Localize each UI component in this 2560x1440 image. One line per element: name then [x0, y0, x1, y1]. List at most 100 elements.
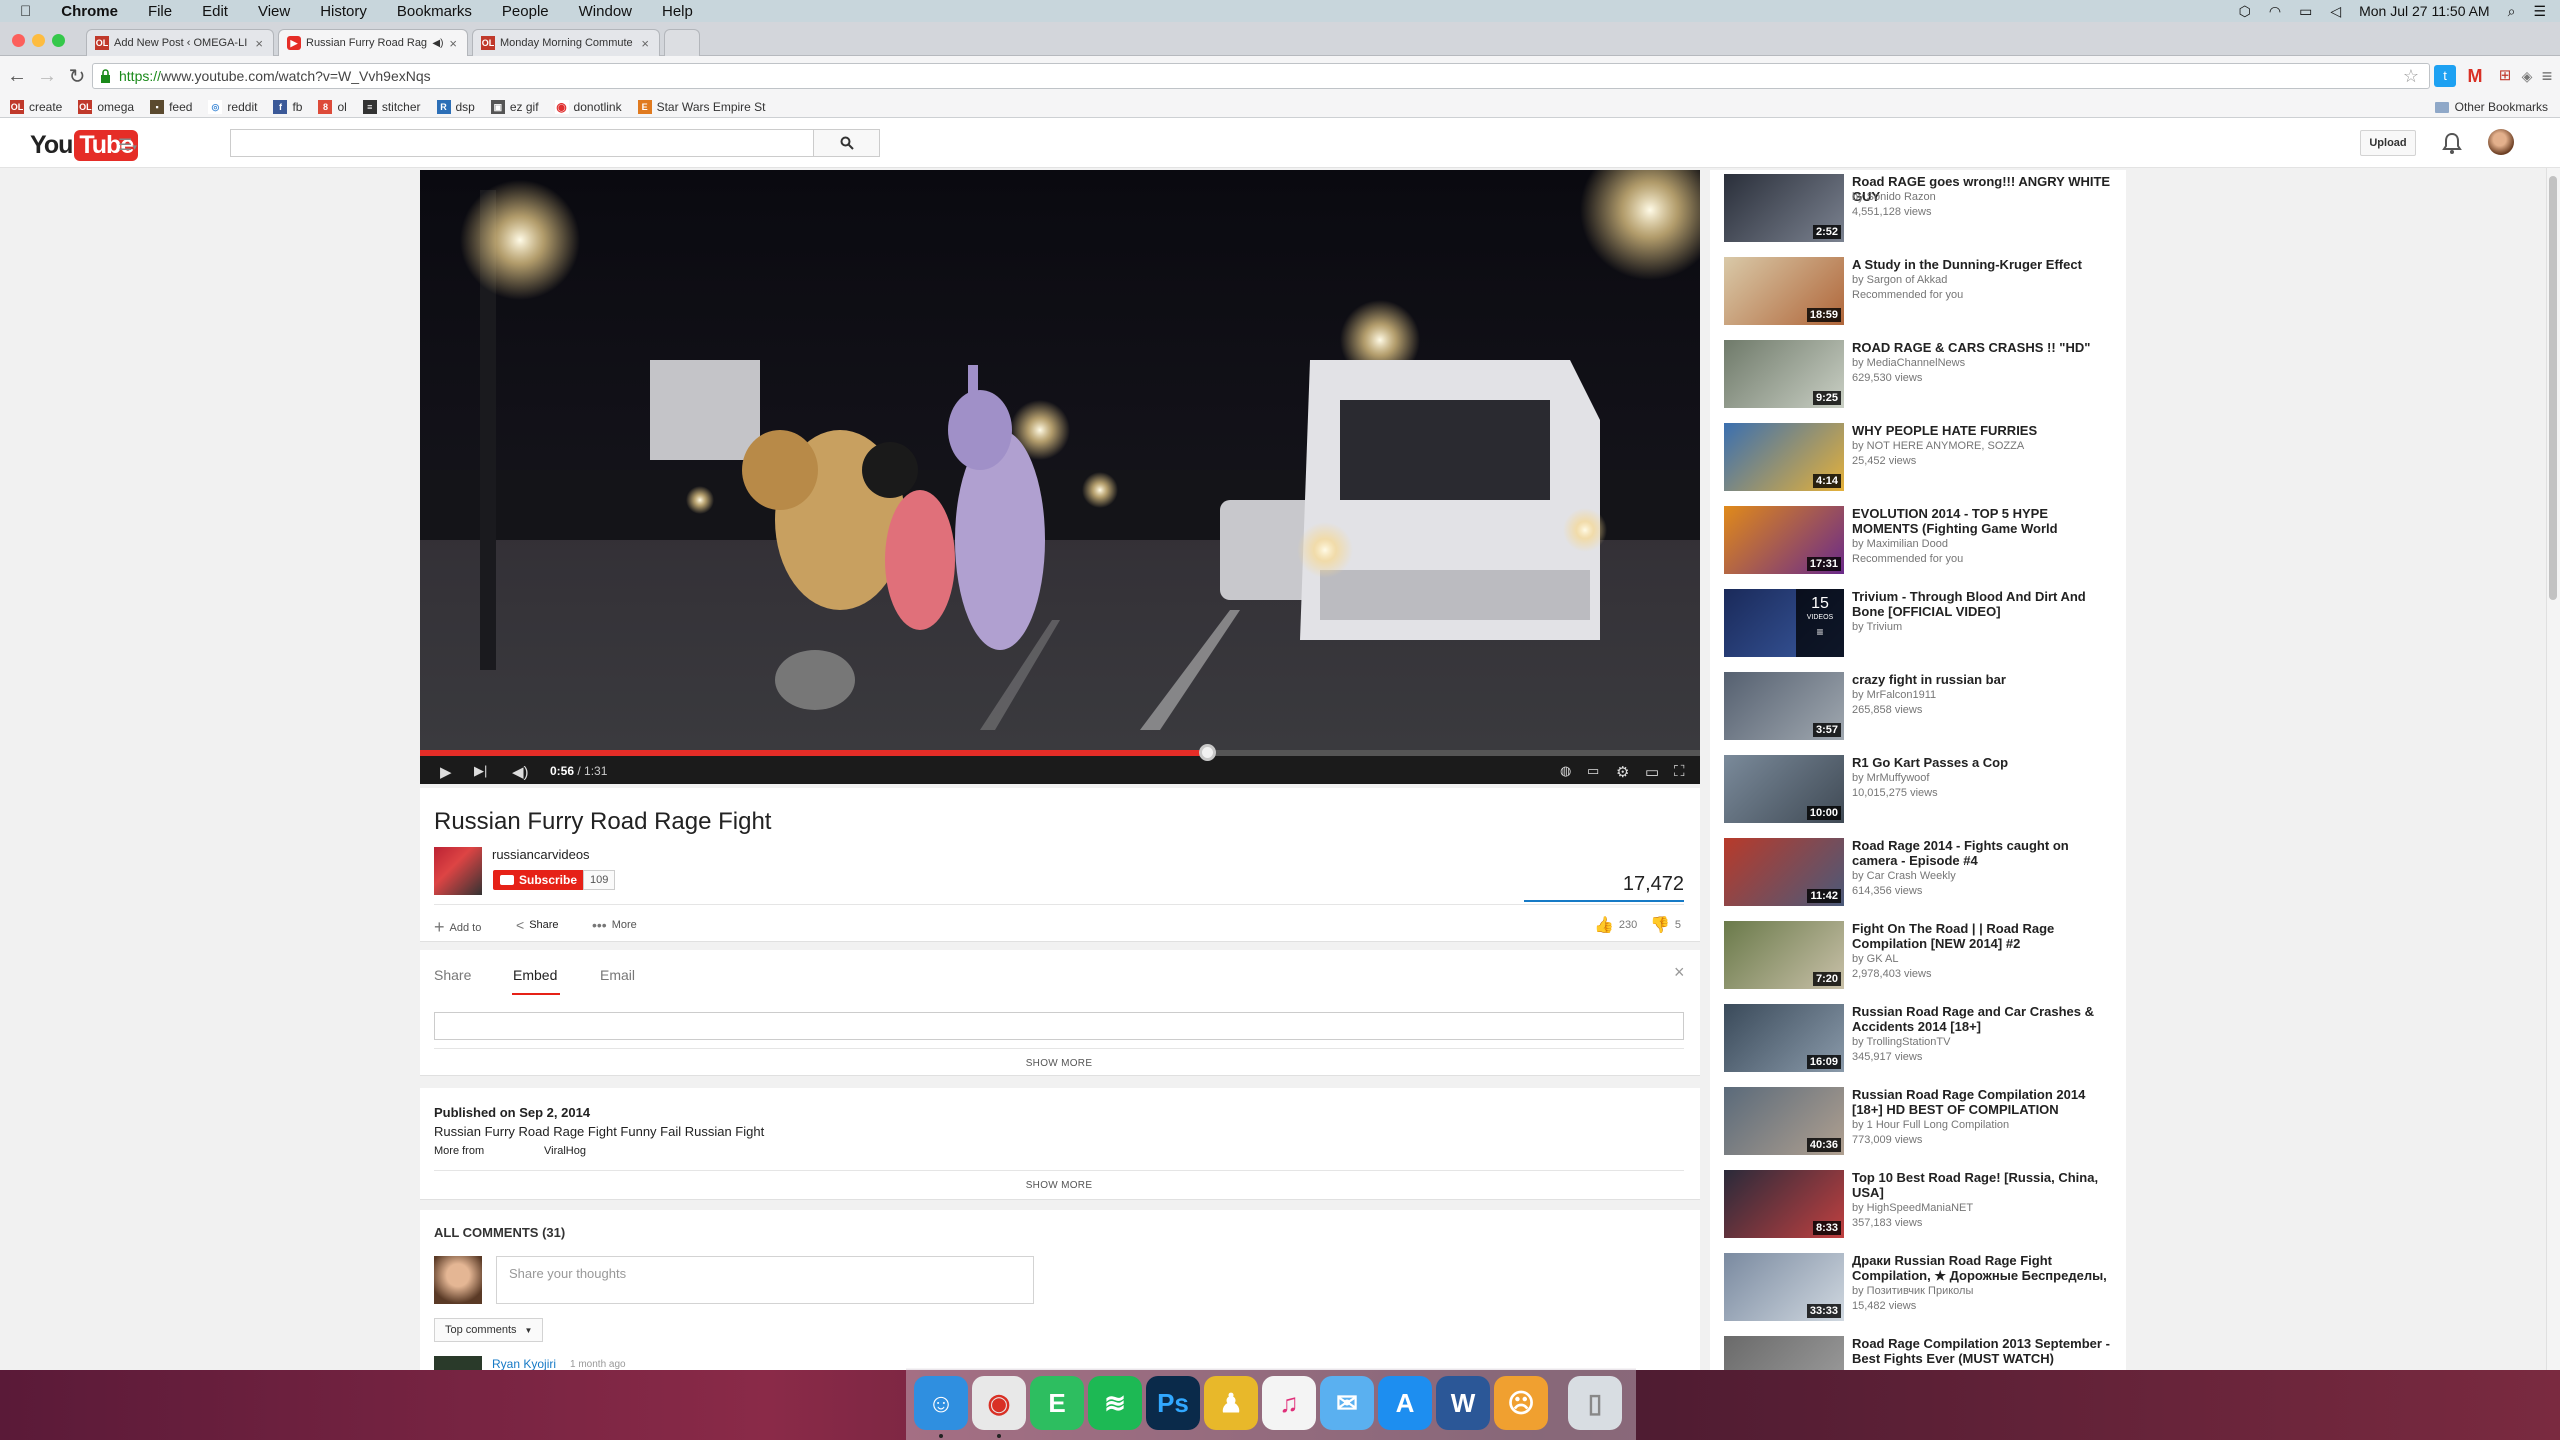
- related-video-thumbnail[interactable]: 9:25: [1724, 340, 1844, 408]
- word-icon[interactable]: W: [1436, 1376, 1490, 1430]
- menu-view[interactable]: View: [258, 3, 290, 20]
- bookmark-star-wars[interactable]: E Star Wars Empire St: [637, 99, 766, 114]
- related-video-thumbnail[interactable]: 8:33: [1724, 1170, 1844, 1238]
- zoom-window-button[interactable]: [52, 34, 65, 47]
- related-video-title[interactable]: Road Rage 2014 - Fights caught on camera…: [1852, 838, 2116, 868]
- evernote-icon[interactable]: E: [1030, 1376, 1084, 1430]
- bookmark-ez-gif[interactable]: ▣ ez gif: [490, 99, 539, 114]
- related-video-item[interactable]: 16:09 Russian Road Rage and Car Crashes &…: [1724, 1004, 2124, 1076]
- gmail-extension-icon[interactable]: M: [2464, 65, 2486, 87]
- upload-button[interactable]: Upload: [2360, 130, 2416, 156]
- theater-mode-icon[interactable]: ▭: [1645, 763, 1659, 781]
- close-tab-icon[interactable]: ×: [255, 36, 263, 51]
- menu-file[interactable]: File: [148, 3, 172, 20]
- skitch-icon[interactable]: ☹: [1494, 1376, 1548, 1430]
- related-video-title[interactable]: WHY PEOPLE HATE FURRIES: [1852, 423, 2116, 438]
- comment-sort-dropdown[interactable]: Top comments ▼: [434, 1318, 544, 1342]
- related-video-title[interactable]: Top 10 Best Road Rage! [Russia, China, U…: [1852, 1170, 2116, 1200]
- tab-monday-commute[interactable]: OL Monday Morning Commute ×: [472, 29, 660, 56]
- related-video-item[interactable]: 18:59 A Study in the Dunning-Kruger Effec…: [1724, 257, 2124, 329]
- fullscreen-icon[interactable]: ⛶: [1674, 763, 1685, 780]
- close-tab-icon[interactable]: ×: [641, 36, 649, 51]
- related-video-thumbnail[interactable]: 15 VIDEOS ≡: [1724, 589, 1844, 657]
- close-icon[interactable]: ×: [1674, 962, 1685, 983]
- related-video-item[interactable]: 10:00 R1 Go Kart Passes a Cop by MrMuffywo…: [1724, 755, 2124, 827]
- related-video-item[interactable]: 40:36 Russian Road Rage Compilation 2014 …: [1724, 1087, 2124, 1159]
- address-bar[interactable]: https://www.youtube.com/watch?v=W_Vvh9ex…: [92, 63, 2430, 89]
- related-video-item[interactable]: 9:25 ROAD RAGE & CARS CRASHS !! "HD" by Me…: [1724, 340, 2124, 412]
- related-video-title[interactable]: crazy fight in russian bar: [1852, 672, 2116, 687]
- trash-icon[interactable]: ▯: [1568, 1376, 1622, 1430]
- share-show-more-button[interactable]: SHOW MORE: [434, 1058, 1684, 1069]
- share-tab-embed[interactable]: Embed: [513, 967, 557, 983]
- related-video-title[interactable]: Trivium - Through Blood And Dirt And Bon…: [1852, 589, 2116, 619]
- channel-avatar[interactable]: [434, 847, 482, 895]
- share-tab-email[interactable]: Email: [600, 967, 635, 983]
- related-video-title[interactable]: Road Rage Compilation 2013 September - B…: [1852, 1336, 2116, 1366]
- related-video-item[interactable]: 15 VIDEOS ≡ Trivium - Through Blood And Dir…: [1724, 589, 2124, 661]
- related-video-item[interactable]: 8:33 Top 10 Best Road Rage! [Russia, Chin…: [1724, 1170, 2124, 1242]
- related-video-title[interactable]: R1 Go Kart Passes a Cop: [1852, 755, 2116, 770]
- share-button[interactable]: < Share: [516, 917, 559, 933]
- close-window-button[interactable]: [12, 34, 25, 47]
- bookmark-stitcher[interactable]: ≡ stitcher: [362, 99, 421, 114]
- related-video-item[interactable]: 3:57 crazy fight in russian bar by MrFalco…: [1724, 672, 2124, 744]
- pocket-extension-icon[interactable]: ◈: [2516, 65, 2538, 87]
- related-video-item[interactable]: 7:20 Fight On The Road | | Road Rage Comp…: [1724, 921, 2124, 993]
- scrubber-handle[interactable]: [1199, 744, 1217, 761]
- embed-code-field[interactable]: [434, 1012, 1684, 1040]
- messages-icon[interactable]: ✉: [1320, 1376, 1374, 1430]
- tab-omega-new-post[interactable]: OL Add New Post ‹ OMEGA-LI ×: [86, 29, 274, 56]
- photoshop-icon[interactable]: Ps: [1146, 1376, 1200, 1430]
- bookmark-donotlink[interactable]: ◉ donotlink: [554, 99, 622, 114]
- settings-gear-icon[interactable]: ⚙: [1616, 763, 1629, 781]
- itunes-icon[interactable]: ♫: [1262, 1376, 1316, 1430]
- related-video-title[interactable]: ROAD RAGE & CARS CRASHS !! "HD": [1852, 340, 2116, 355]
- bookmark-dsp[interactable]: Rdsp: [436, 99, 475, 114]
- related-video-thumbnail[interactable]: 18:59: [1724, 257, 1844, 325]
- chrome-icon[interactable]: ◉: [972, 1376, 1026, 1430]
- related-video-title[interactable]: Fight On The Road | | Road Rage Compilat…: [1852, 921, 2116, 951]
- minimize-window-button[interactable]: [32, 34, 45, 47]
- add-to-button[interactable]: + Add to: [434, 917, 481, 938]
- menu-window[interactable]: Window: [579, 3, 632, 20]
- finder-icon[interactable]: ☺: [914, 1376, 968, 1430]
- related-video-thumbnail[interactable]: 16:09: [1724, 1004, 1844, 1072]
- bookmark-fb[interactable]: f fb: [273, 99, 302, 114]
- related-video-title[interactable]: Russian Road Rage and Car Crashes & Acci…: [1852, 1004, 2116, 1034]
- reload-icon[interactable]: ↻: [62, 64, 92, 89]
- related-video-item[interactable]: 2:52 Road RAGE goes wrong!!! ANGRY WHITE …: [1724, 174, 2124, 246]
- share-tab-share[interactable]: Share: [434, 967, 471, 983]
- back-arrow-icon[interactable]: ←: [2, 65, 32, 88]
- dropbox-icon[interactable]: ⬡: [2239, 3, 2251, 20]
- next-icon[interactable]: ▶|: [474, 763, 487, 779]
- other-bookmarks-folder[interactable]: Other Bookmarks: [2434, 96, 2548, 118]
- bookmark-ol[interactable]: 8 ol: [318, 99, 347, 114]
- related-video-thumbnail[interactable]: 17:31: [1724, 506, 1844, 574]
- bookmark-create[interactable]: OL create: [10, 99, 62, 114]
- related-video-title[interactable]: EVOLUTION 2014 - TOP 5 HYPE MOMENTS (Fig…: [1852, 506, 2116, 536]
- adium-icon[interactable]: ♟: [1204, 1376, 1258, 1430]
- related-video-thumbnail[interactable]: 4:14: [1724, 423, 1844, 491]
- comment-author-avatar[interactable]: [434, 1356, 482, 1370]
- scrollbar-thumb[interactable]: [2549, 176, 2557, 600]
- menu-app-name[interactable]: Chrome: [61, 3, 118, 20]
- menu-bookmarks[interactable]: Bookmarks: [397, 3, 472, 20]
- comment-input[interactable]: Share your thoughts: [496, 1256, 1034, 1304]
- menu-edit[interactable]: Edit: [202, 3, 228, 20]
- spotify-icon[interactable]: ≋: [1088, 1376, 1142, 1430]
- close-tab-icon[interactable]: ×: [449, 36, 457, 51]
- related-video-thumbnail[interactable]: 10:00: [1724, 755, 1844, 823]
- description-show-more-button[interactable]: SHOW MORE: [434, 1180, 1684, 1191]
- volume-icon[interactable]: ◁: [2330, 3, 2341, 20]
- progress-bar[interactable]: [420, 750, 1700, 756]
- more-from-link[interactable]: ViralHog: [544, 1145, 586, 1157]
- play-icon[interactable]: ▶: [440, 763, 452, 781]
- guide-menu-icon[interactable]: ☰▾: [118, 135, 137, 155]
- bookmark-reddit[interactable]: ◎ reddit: [208, 99, 257, 114]
- video-player[interactable]: ▶ ▶| ◀) 0:56 / 1:31 ◍ ▭ ⚙ ▭ ⛶: [420, 170, 1700, 784]
- related-video-title[interactable]: Драки Russian Road Rage Fight Compilatio…: [1852, 1253, 2116, 1283]
- notification-center-icon[interactable]: ☰: [2533, 3, 2546, 20]
- battery-icon[interactable]: ▭: [2299, 3, 2312, 20]
- dislike-button[interactable]: 👎 5: [1650, 915, 1681, 935]
